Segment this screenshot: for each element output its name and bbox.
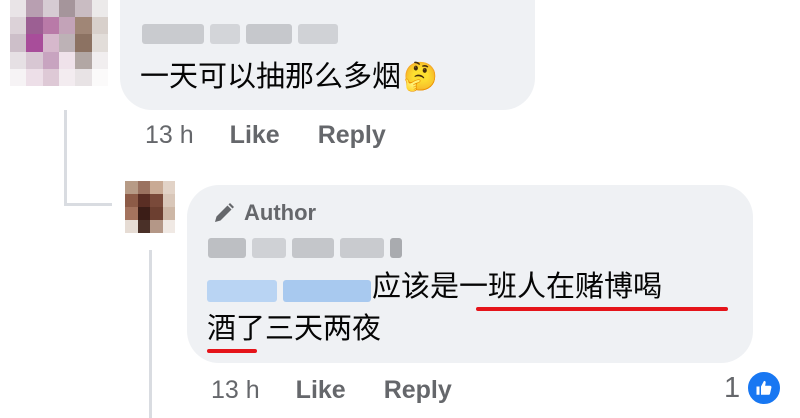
reply-button[interactable]: Reply: [318, 121, 386, 150]
author-name-blurred[interactable]: [208, 238, 402, 258]
reply-text-line-1: 应该是一班人在赌博喝: [372, 269, 663, 303]
comment-timestamp[interactable]: 13 h: [145, 121, 194, 150]
thumbs-up-icon: [746, 370, 783, 406]
pencil-icon: [215, 203, 234, 222]
thread-connector-vertical: [64, 110, 67, 206]
like-button[interactable]: Like: [230, 121, 280, 150]
reply-reply-button[interactable]: Reply: [384, 376, 452, 405]
reply-actions: 13 h Like Reply: [211, 376, 452, 405]
author-avatar[interactable]: [125, 181, 175, 233]
comment-text: 一天可以抽那么多烟🤔: [140, 56, 438, 97]
thinking-face-icon: 🤔: [403, 60, 438, 93]
reaction-count: 1: [724, 371, 741, 404]
commenter-avatar[interactable]: [10, 0, 108, 86]
author-badge: Author: [212, 200, 316, 226]
reply-thread-line: [149, 250, 152, 418]
reply-text-line-2: 酒了三天两夜: [207, 311, 382, 345]
comment-text-content: 一天可以抽那么多烟: [140, 59, 402, 93]
author-badge-label: Author: [244, 200, 317, 225]
reply-like-button[interactable]: Like: [296, 376, 346, 405]
mention-tag-blurred[interactable]: [207, 280, 371, 302]
reply-timestamp[interactable]: 13 h: [211, 376, 260, 405]
annotation-underline-2: [207, 349, 257, 353]
annotation-underline-1: [476, 307, 728, 311]
reaction-summary[interactable]: 1: [724, 370, 783, 406]
thread-connector-curve: [64, 203, 112, 206]
comment-actions: 13 h Like Reply: [145, 121, 386, 150]
commenter-name-blurred[interactable]: [142, 24, 338, 44]
